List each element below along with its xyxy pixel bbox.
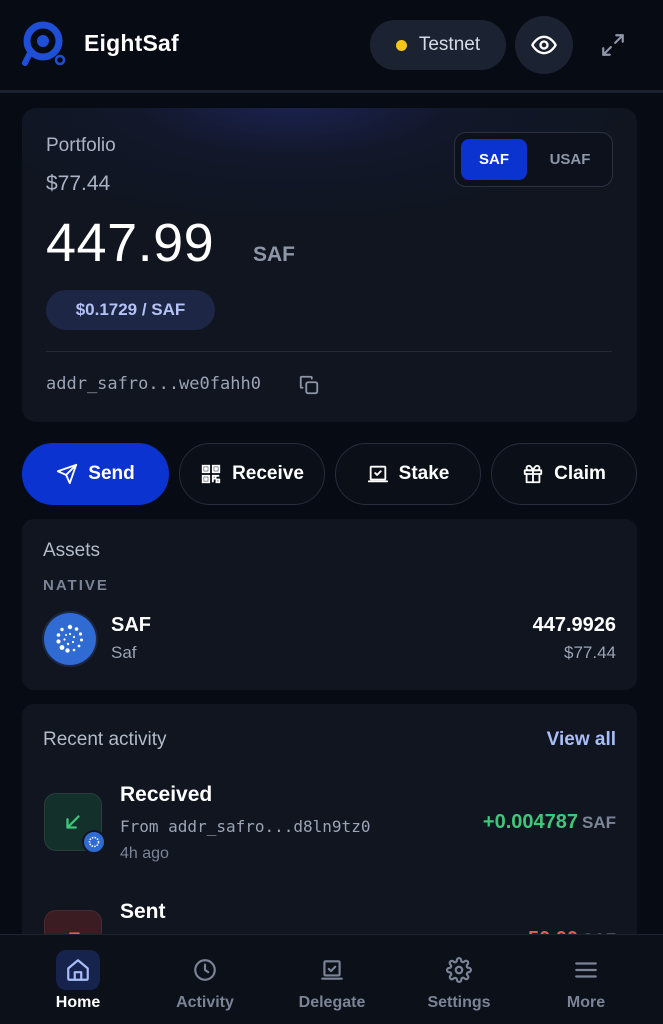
activity-amount: +0.004787 SAF <box>483 811 616 834</box>
nav-label: Home <box>55 994 101 1011</box>
claim-button[interactable]: Claim <box>491 443 637 505</box>
bottom-navigation: Home Activity Delegate Settings More <box>0 934 663 1024</box>
toggle-visibility-button[interactable] <box>515 16 573 74</box>
expand-icon <box>602 34 624 56</box>
network-status-dot <box>395 39 407 51</box>
eye-icon <box>531 35 557 55</box>
nav-delegate[interactable]: Delegate <box>277 935 387 1024</box>
portfolio-usd-value: $77.44 <box>46 172 111 195</box>
stake-icon <box>367 465 388 483</box>
activity-title: Recent activity <box>43 729 167 750</box>
wallet-address: addr_safro...we0fahh0 <box>46 374 261 394</box>
price-text: $0.1729 / SAF <box>75 300 186 319</box>
app-name: EightSaf <box>84 30 179 56</box>
assets-title: Assets <box>43 540 101 561</box>
assets-card: Assets NATIVE SAF Saf 447.9926 $77.44 <box>22 519 637 690</box>
send-label: Send <box>88 463 135 484</box>
nav-label: More <box>566 994 606 1011</box>
portfolio-label: Portfolio <box>46 135 116 156</box>
nav-label: Activity <box>176 994 234 1011</box>
receive-label: Receive <box>232 463 304 484</box>
claim-label: Claim <box>554 463 606 484</box>
gift-icon <box>523 464 543 484</box>
portfolio-amount: 447.99 <box>46 213 215 273</box>
app-header: EightSaf Testnet <box>0 0 663 90</box>
activity-type: Sent <box>120 900 166 923</box>
receive-button[interactable]: Receive <box>179 443 325 505</box>
stake-button[interactable]: Stake <box>335 443 481 505</box>
expand-button[interactable] <box>596 28 630 62</box>
portfolio-card: Portfolio $77.44 447.99 SAF $0.1729 / SA… <box>22 108 637 422</box>
portfolio-unit: SAF <box>253 243 295 266</box>
saf-token-icon <box>42 611 98 667</box>
nav-more[interactable]: More <box>531 935 641 1024</box>
home-icon <box>56 950 100 990</box>
toggle-option-saf[interactable]: SAF <box>461 139 527 180</box>
asset-usd-value: $77.44 <box>564 643 616 662</box>
activity-amount-value: +0.004787 <box>482 811 578 833</box>
assets-section-label: NATIVE <box>43 577 109 594</box>
asset-name: SAF <box>111 614 151 636</box>
portfolio-divider <box>46 351 612 352</box>
activity-time: 4h ago <box>120 845 169 862</box>
toggle-option-usaf[interactable]: USAF <box>535 139 605 180</box>
copy-icon[interactable] <box>298 374 320 396</box>
header-divider <box>0 90 663 93</box>
saf-token-badge-icon <box>82 830 106 854</box>
network-label: Testnet <box>418 34 481 55</box>
send-icon <box>57 463 78 485</box>
menu-icon <box>564 950 608 990</box>
gear-icon <box>437 950 481 990</box>
asset-amount: 447.9926 <box>532 614 616 636</box>
activity-from: From addr_safro...d8ln9tz0 <box>120 817 371 836</box>
view-all-link[interactable]: View all <box>547 729 616 751</box>
activity-type: Received <box>120 783 213 806</box>
nav-label: Delegate <box>298 994 366 1011</box>
send-button[interactable]: Send <box>22 443 169 505</box>
eightsaf-logo-icon[interactable] <box>22 20 68 66</box>
clock-icon <box>183 950 227 990</box>
asset-subtitle: Saf <box>111 643 137 662</box>
stake-label: Stake <box>398 463 450 484</box>
network-selector[interactable]: Testnet <box>370 20 506 70</box>
nav-home[interactable]: Home <box>23 935 133 1024</box>
nav-activity[interactable]: Activity <box>150 935 260 1024</box>
currency-toggle: SAF USAF <box>454 132 613 187</box>
activity-amount-unit: SAF <box>582 813 616 832</box>
nav-label: Settings <box>427 994 491 1011</box>
nav-settings[interactable]: Settings <box>404 935 514 1024</box>
delegate-icon <box>310 950 354 990</box>
qr-code-icon <box>201 464 221 484</box>
price-badge: $0.1729 / SAF <box>46 290 215 330</box>
